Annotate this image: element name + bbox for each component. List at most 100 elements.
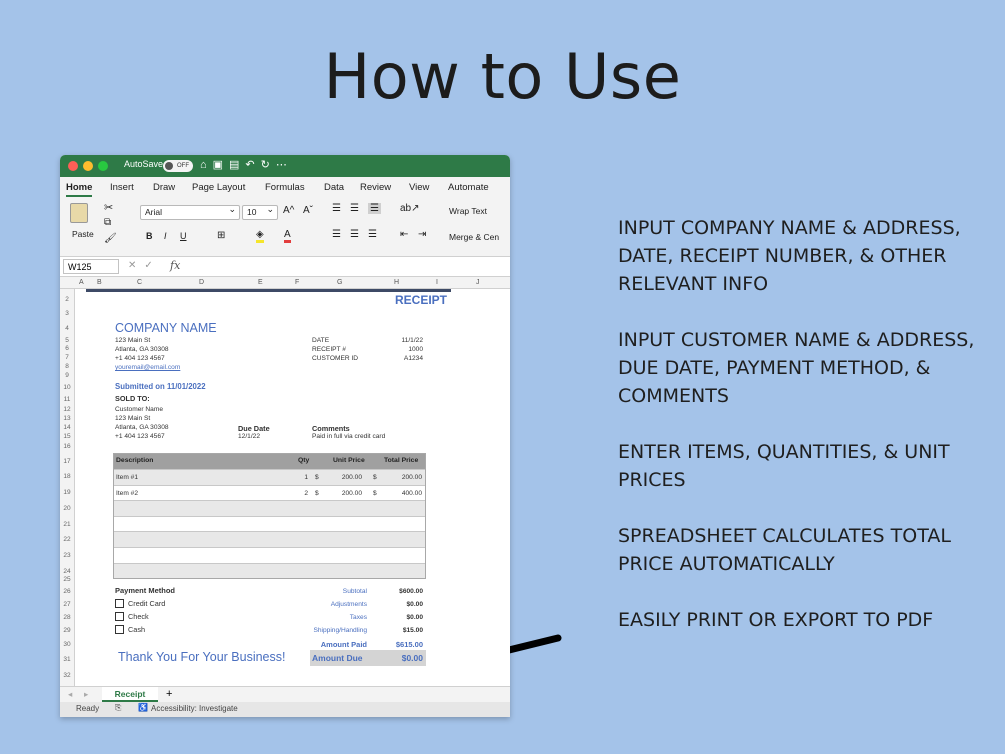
table-row[interactable]: Item #1 1 $ 200.00 $ 200.00 [114, 469, 425, 485]
column-header[interactable]: I [436, 279, 438, 286]
row-header[interactable]: 24 [61, 568, 73, 575]
row-header[interactable]: 17 [61, 458, 73, 465]
quick-access-icons[interactable]: ⌂▣▤↶↻⋯ [200, 158, 293, 171]
row-header[interactable]: 21 [61, 521, 73, 528]
decrease-indent-icon[interactable]: ⇤ [400, 229, 408, 240]
row-header[interactable]: 18 [61, 473, 73, 480]
bold-icon[interactable]: B [146, 231, 153, 241]
sheet-tab-receipt[interactable]: Receipt [102, 687, 158, 702]
name-box[interactable]: W125 [63, 259, 119, 274]
row-header[interactable]: 31 [61, 656, 73, 663]
wrap-text-button[interactable]: Wrap Text [449, 206, 487, 216]
autosave-toggle[interactable]: OFF [163, 160, 193, 172]
minimize-window-button[interactable] [83, 161, 93, 171]
paste-label[interactable]: Paste [72, 229, 94, 239]
align-center-icon[interactable]: ☰ [350, 229, 359, 240]
column-header[interactable]: E [258, 279, 263, 286]
increase-indent-icon[interactable]: ⇥ [418, 229, 426, 240]
row-header[interactable]: 16 [61, 443, 73, 450]
decrease-font-icon[interactable]: Aˇ [303, 205, 313, 216]
underline-icon[interactable]: U [180, 231, 187, 241]
row-header[interactable]: 7 [61, 354, 73, 361]
credit-card-checkbox[interactable] [115, 599, 124, 608]
column-header[interactable]: A [79, 279, 84, 286]
row-header[interactable]: 27 [61, 601, 73, 608]
row-header[interactable]: 3 [61, 310, 73, 317]
paste-icon[interactable] [70, 203, 88, 223]
close-window-button[interactable] [68, 161, 78, 171]
row-header[interactable]: 5 [61, 337, 73, 344]
merge-center-button[interactable]: Merge & Cen [449, 232, 499, 242]
row-header[interactable]: 19 [61, 489, 73, 496]
column-header[interactable]: C [137, 279, 142, 286]
increase-font-icon[interactable]: A^ [283, 205, 294, 216]
row-header[interactable]: 9 [61, 372, 73, 379]
align-right-icon[interactable]: ☰ [368, 229, 377, 240]
row-header[interactable]: 25 [61, 576, 73, 583]
row-header[interactable]: 8 [61, 363, 73, 370]
zoom-window-button[interactable] [98, 161, 108, 171]
table-row[interactable] [114, 546, 425, 563]
tab-review[interactable]: Review [360, 182, 391, 193]
row-header[interactable]: 11 [61, 396, 73, 403]
row-header[interactable]: 30 [61, 641, 73, 648]
row-header[interactable]: 32 [61, 672, 73, 679]
row-header[interactable]: 22 [61, 536, 73, 543]
column-header[interactable]: J [476, 279, 480, 286]
font-name-select[interactable]: Arial [140, 204, 240, 220]
scroll-right-icon[interactable]: ▸ [84, 689, 88, 700]
scroll-left-icon[interactable]: ◂ [68, 689, 72, 700]
tab-automate[interactable]: Automate [448, 182, 489, 193]
row-header[interactable]: 28 [61, 614, 73, 621]
tab-page-layout[interactable]: Page Layout [192, 182, 245, 193]
accessibility-icon[interactable]: ♿ [138, 703, 148, 712]
tab-draw[interactable]: Draw [153, 182, 175, 193]
font-size-select[interactable]: 10 [242, 204, 278, 220]
table-row[interactable] [114, 515, 425, 532]
tab-home[interactable]: Home [66, 182, 93, 197]
row-header[interactable]: 20 [61, 505, 73, 512]
italic-icon[interactable]: I [164, 231, 167, 241]
column-header[interactable]: H [394, 279, 399, 286]
table-row[interactable] [114, 500, 425, 516]
row-header[interactable]: 13 [61, 415, 73, 422]
copy-icon[interactable]: ⧉ [104, 217, 111, 228]
align-middle-icon[interactable]: ☰ [350, 203, 359, 214]
column-header[interactable]: B [97, 279, 102, 286]
row-header[interactable]: 10 [61, 384, 73, 391]
orientation-icon[interactable]: ab↗ [400, 203, 420, 214]
row-header[interactable]: 6 [61, 345, 73, 352]
tab-view[interactable]: View [409, 182, 429, 193]
font-color-icon[interactable]: A [284, 229, 291, 243]
align-left-icon[interactable]: ☰ [332, 229, 341, 240]
cancel-confirm-icons[interactable]: ✕✓ [128, 260, 161, 271]
check-checkbox[interactable] [115, 612, 124, 621]
row-header[interactable]: 12 [61, 406, 73, 413]
row-header[interactable]: 2 [61, 296, 73, 303]
align-top-icon[interactable]: ☰ [332, 203, 341, 214]
row-header[interactable]: 4 [61, 325, 73, 332]
table-row[interactable] [114, 531, 425, 547]
column-header[interactable]: D [199, 279, 204, 286]
tab-formulas[interactable]: Formulas [265, 182, 305, 193]
tab-data[interactable]: Data [324, 182, 344, 193]
row-header[interactable]: 26 [61, 588, 73, 595]
row-header[interactable]: 15 [61, 433, 73, 440]
cut-icon[interactable]: ✂ [104, 201, 113, 214]
align-bottom-icon[interactable]: ☰ [368, 203, 381, 214]
receipt-sheet[interactable]: RECEIPT COMPANY NAME 123 Main St Atlanta… [76, 289, 510, 689]
table-row[interactable]: Item #2 2 $ 200.00 $ 400.00 [114, 484, 425, 501]
tab-insert[interactable]: Insert [110, 182, 134, 193]
table-row[interactable] [114, 562, 425, 579]
fill-color-icon[interactable]: ◈ [256, 229, 264, 243]
company-email-link[interactable]: youremail@email.com [115, 364, 180, 371]
cash-checkbox[interactable] [115, 625, 124, 634]
macro-icon[interactable]: ⎘ [115, 703, 121, 713]
format-painter-icon[interactable]: 🖌 [104, 233, 117, 244]
function-icon[interactable]: fx [170, 259, 180, 272]
row-header[interactable]: 14 [61, 424, 73, 431]
borders-icon[interactable]: ⊞ [217, 230, 225, 241]
row-header[interactable]: 23 [61, 552, 73, 559]
row-header[interactable]: 29 [61, 627, 73, 634]
add-sheet-button[interactable]: + [166, 688, 172, 700]
